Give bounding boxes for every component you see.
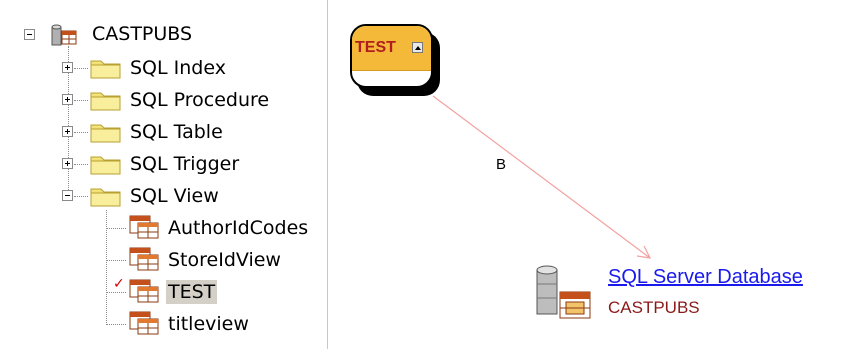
database-subtitle: CASTPUBS [608,298,700,317]
tree-folder-sql-procedure[interactable]: SQL Procedure [128,86,271,114]
tree-folder-sql-index[interactable]: SQL Index [128,54,228,82]
tree-folder-label: SQL Table [130,121,223,143]
checkmark-icon: ✓ [113,276,125,292]
sql-view-icon [128,310,160,340]
sql-view-icon [128,278,160,308]
database-server-icon[interactable] [534,264,594,326]
tree-folder-label: SQL Index [130,57,226,79]
tree-view-item[interactable]: StoreIdView [166,246,283,274]
tree-folder-label: SQL Procedure [130,89,270,111]
folder-expand-toggle[interactable] [62,62,73,73]
folder-icon [90,152,122,180]
tree-folder-label: SQL Trigger [130,153,240,175]
tree-view-item-selected[interactable]: TEST [166,278,218,306]
tree-view-label: StoreIdView [168,249,281,271]
tree-guide [74,196,88,197]
tree-view-label: AuthorIdCodes [168,217,309,239]
folder-expand-toggle[interactable] [62,126,73,137]
tree-folder-sql-table[interactable]: SQL Table [128,118,225,146]
entity-node-test[interactable]: TEST [350,24,440,96]
tree-folder-sql-view[interactable]: SQL View [128,182,221,210]
tree-view-label: titleview [168,313,249,335]
folder-icon [90,120,122,148]
folder-expand-toggle[interactable] [62,158,73,169]
sql-view-icon [128,214,160,244]
folder-collapse-toggle[interactable] [62,190,73,201]
folder-expand-toggle[interactable] [62,94,73,105]
tree-guide [74,100,88,101]
tree-root[interactable]: CASTPUBS [90,20,194,48]
root-collapse-toggle[interactable] [24,29,35,40]
tree-guide [106,292,126,293]
tree-view-item[interactable]: titleview [166,310,251,338]
tree-guide [106,228,126,229]
sql-view-icon [128,246,160,276]
diagram-canvas[interactable]: TEST B SQL Server Database CASTPUBS [328,0,851,349]
collapse-icon[interactable] [412,42,423,53]
tree-guide [106,324,126,325]
tree-guide [74,164,88,165]
link-label: B [496,156,507,173]
database-link[interactable]: SQL Server Database [608,266,803,289]
tree-folder-label: SQL View [130,185,219,207]
tree-guide [74,132,88,133]
database-icon [48,21,80,53]
entity-body: TEST [350,24,433,88]
tree-view-item[interactable]: AuthorIdCodes [166,214,310,242]
tree-view-label: TEST [166,280,218,304]
tree-root-label: CASTPUBS [92,23,193,45]
folder-icon [90,56,122,84]
folder-icon [90,88,122,116]
tree-guide [74,68,88,69]
tree-guide [106,260,126,261]
tree-folder-sql-trigger[interactable]: SQL Trigger [128,150,241,178]
object-tree[interactable]: CASTPUBS SQL Index SQL Procedure SQL Tab… [0,0,328,349]
folder-icon [90,184,122,212]
entity-title: TEST [355,39,396,56]
